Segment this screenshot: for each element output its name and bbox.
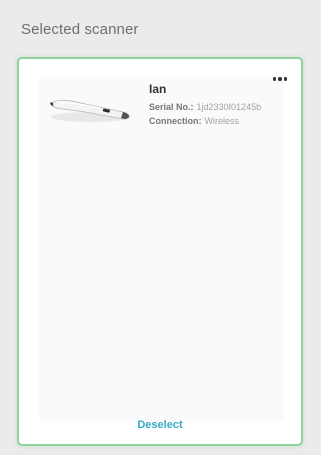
serial-number-value: 1jd2330I01245b [196,102,262,112]
deselect-button[interactable]: Deselect [19,419,301,431]
more-horizontal-icon [272,77,277,81]
panel-title: Selected scanner [21,21,139,38]
serial-number-label: Serial No.: [149,102,194,112]
connection-row: Connection: Wireless [149,116,239,126]
intraoral-scanner-icon [50,99,131,122]
more-options-button[interactable] [269,72,291,86]
serial-number-row: Serial No.: 1jd2330I01245b [149,102,261,112]
connection-value: Wireless [204,116,240,126]
scanner-name: Ian [149,82,167,96]
connection-label: Connection: [149,116,202,126]
scanner-card[interactable]: Ian Serial No.: 1jd2330I01245b Connection… [17,57,303,446]
